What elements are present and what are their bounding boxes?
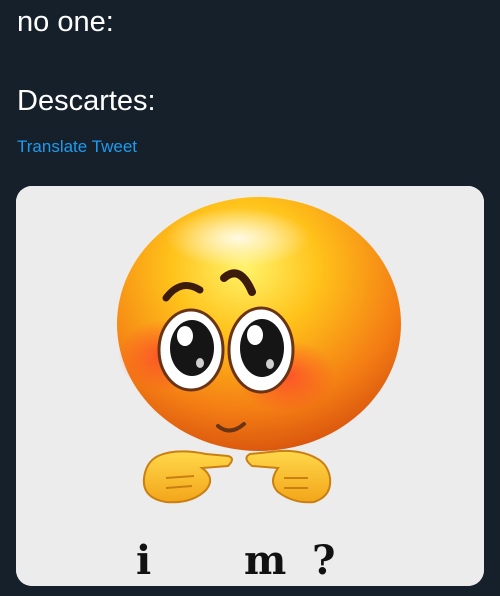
- caption-question-mark: ?: [312, 537, 335, 584]
- tweet-text-line-1: no one:: [17, 6, 114, 38]
- caption-letter-m: m: [244, 537, 286, 584]
- emoji-face: [117, 197, 401, 451]
- caption-letter-i: i: [136, 537, 151, 584]
- tweet-text-line-2: Descartes:: [17, 85, 156, 117]
- tweet-media-image[interactable]: i m ?: [16, 186, 484, 586]
- blushing-emoji-image: i m ?: [16, 186, 484, 586]
- translate-tweet-link[interactable]: Translate Tweet: [17, 136, 137, 158]
